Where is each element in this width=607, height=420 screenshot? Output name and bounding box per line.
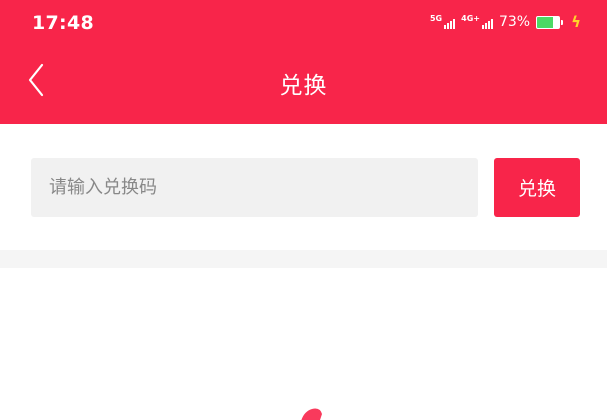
status-time: 17:48 xyxy=(32,12,94,34)
battery-icon xyxy=(536,15,564,29)
redeem-button[interactable]: 兑换 xyxy=(494,158,580,217)
redeem-content-area xyxy=(0,268,607,420)
status-icons: 5G 4G+ 73% ϟ xyxy=(430,13,581,31)
redeem-code-input[interactable] xyxy=(31,158,478,217)
signal-5g-icon: 5G xyxy=(429,14,456,29)
signal-4g-icon: 4G+ xyxy=(461,15,493,29)
app-header: 17:48 5G 4G+ 73% ϟ 兑换 xyxy=(0,0,607,124)
section-divider xyxy=(0,250,607,268)
battery-percent: 73% xyxy=(498,14,531,30)
redeem-page: 17:48 5G 4G+ 73% ϟ 兑换 请输入兑换码 兑换 xyxy=(0,0,607,420)
network-label-5g: 5G xyxy=(429,14,443,23)
network-label-4g: 4G+ xyxy=(461,14,480,23)
charging-icon: ϟ xyxy=(571,13,581,31)
battery-fill xyxy=(537,16,554,28)
redeem-form: 兑换 xyxy=(0,124,607,250)
empty-state-icon xyxy=(301,408,322,420)
page-title: 兑换 xyxy=(279,73,328,99)
